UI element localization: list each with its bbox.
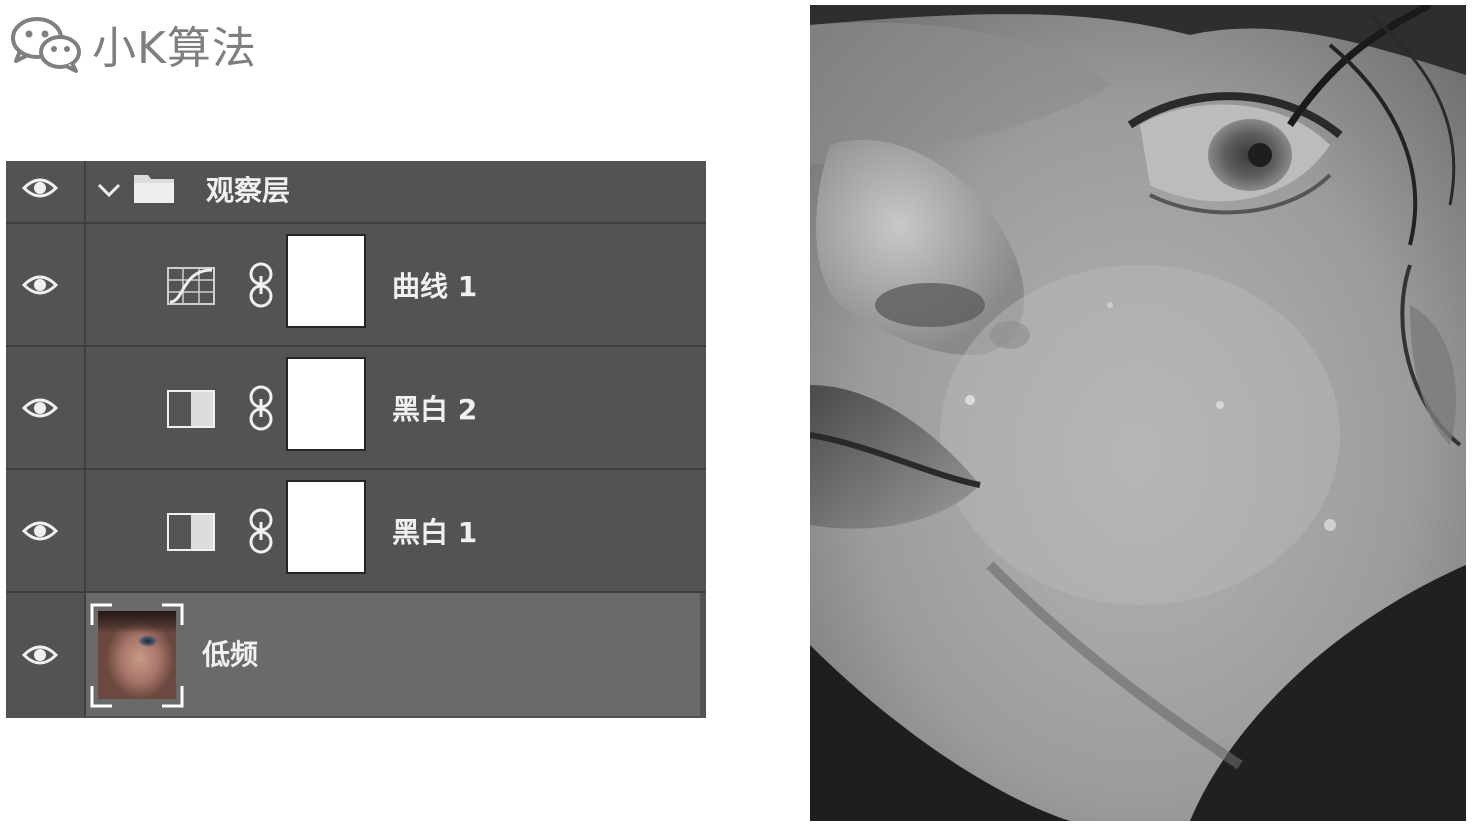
- layer-row[interactable]: 黑白 1: [6, 470, 706, 591]
- layer-name: 曲线 1: [392, 270, 478, 303]
- eye-icon[interactable]: [22, 519, 58, 543]
- layer-name: 黑白 1: [392, 516, 478, 549]
- layer-thumbnail[interactable]: [90, 603, 184, 708]
- layer-mask-thumbnail[interactable]: [286, 357, 366, 451]
- group-name: 观察层: [206, 174, 291, 207]
- link-icon[interactable]: [246, 385, 276, 431]
- layer-row[interactable]: 曲线 1: [6, 224, 706, 345]
- chevron-down-icon[interactable]: [96, 177, 122, 203]
- layer-group-row[interactable]: 观察层: [6, 161, 706, 223]
- layer-name: 低频: [202, 638, 259, 671]
- eye-icon[interactable]: [22, 396, 58, 420]
- black-white-adjustment-icon[interactable]: [166, 389, 216, 429]
- eye-icon[interactable]: [22, 643, 58, 667]
- selection-corners: [90, 603, 184, 708]
- layer-name: 黑白 2: [392, 393, 478, 426]
- layer-mask-thumbnail[interactable]: [286, 234, 366, 328]
- black-white-adjustment-icon[interactable]: [166, 512, 216, 552]
- face-closeup-illustration: [810, 5, 1466, 821]
- grayscale-preview-image: [810, 5, 1466, 821]
- eye-icon[interactable]: [22, 273, 58, 297]
- layers-panel: 观察层 曲线 1 黑白 2 黑白 1 低频: [6, 161, 706, 718]
- watermark-text: 小K算法: [92, 23, 257, 74]
- link-icon[interactable]: [246, 508, 276, 554]
- base-layer-row[interactable]: 低频: [6, 593, 706, 716]
- link-icon[interactable]: [246, 262, 276, 308]
- wechat-icon: [11, 17, 81, 73]
- layer-row[interactable]: 黑白 2: [6, 347, 706, 468]
- layer-mask-thumbnail[interactable]: [286, 480, 366, 574]
- watermark: 小K算法: [10, 14, 257, 74]
- folder-icon: [134, 175, 174, 203]
- eye-icon[interactable]: [22, 176, 58, 200]
- curves-adjustment-icon[interactable]: [166, 266, 216, 306]
